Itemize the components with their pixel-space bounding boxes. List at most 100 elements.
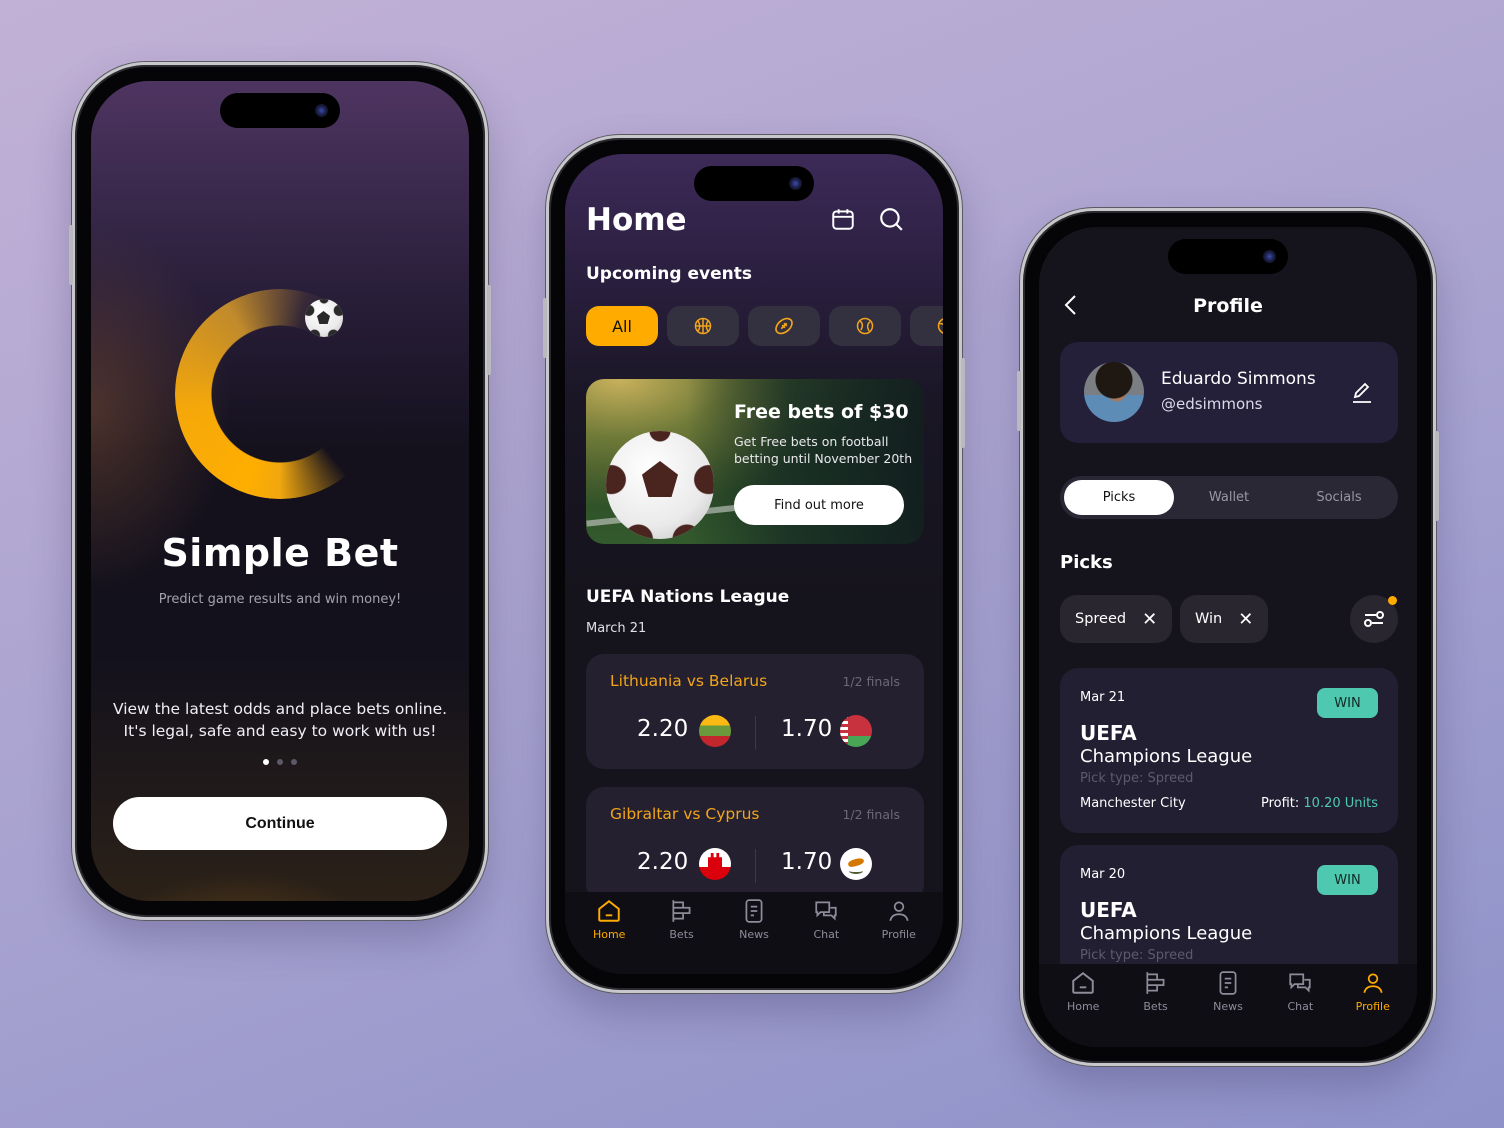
home-icon — [1072, 972, 1094, 994]
match-stage: 1/2 finals — [842, 674, 900, 689]
tab-profile[interactable]: Profile — [869, 892, 929, 974]
tab-label: Chat — [813, 928, 840, 941]
bets-icon — [672, 900, 691, 922]
league-title: UEFA Nations League — [586, 587, 790, 607]
basketball-icon — [694, 317, 712, 335]
tab-label: Chat — [1287, 1000, 1314, 1013]
filter-chip-basketball[interactable] — [667, 306, 739, 346]
picks-title: Picks — [1060, 552, 1113, 573]
segment-socials[interactable]: Socials — [1284, 480, 1394, 515]
odd-away[interactable]: 1.70 — [781, 849, 832, 875]
tab-bets[interactable]: Bets — [1126, 964, 1186, 1047]
search-icon[interactable] — [878, 206, 904, 232]
chat-icon — [815, 901, 837, 921]
profit-value: 10.20 Units — [1303, 796, 1378, 811]
filter-chip-american-football[interactable] — [748, 306, 820, 346]
volleyball-icon — [937, 318, 943, 334]
calendar-icon[interactable] — [830, 206, 856, 232]
close-icon[interactable]: ✕ — [1142, 609, 1157, 630]
profile-screen: Profile Eduardo Simmons @edsimmons Picks… — [1039, 227, 1417, 1047]
match-name: Gibraltar vs Cyprus — [610, 805, 760, 823]
tab-label: Bets — [1143, 1000, 1168, 1013]
tab-home[interactable]: Home — [1053, 964, 1113, 1047]
segment-picks[interactable]: Picks — [1064, 480, 1174, 515]
tab-news[interactable]: News — [724, 892, 784, 974]
pick-card[interactable]: Mar 21 WIN UEFA Champions League Pick ty… — [1060, 668, 1398, 833]
odd-home[interactable]: 2.20 — [637, 849, 688, 875]
tab-label: News — [1213, 1000, 1243, 1013]
page-indicator — [263, 759, 297, 765]
tab-label: Home — [1066, 1000, 1100, 1013]
camera-icon — [315, 104, 328, 117]
sport-filter-chips: All — [586, 306, 943, 346]
close-icon[interactable]: ✕ — [1238, 609, 1253, 630]
find-out-more-button[interactable]: Find out more — [734, 485, 904, 525]
user-handle: @edsimmons — [1161, 395, 1263, 413]
tab-profile[interactable]: Profile — [1343, 964, 1403, 1047]
avatar — [1084, 362, 1144, 422]
filter-label: Win — [1195, 611, 1223, 627]
filter-chip-all[interactable]: All — [586, 306, 658, 346]
filter-chip-baseball[interactable] — [829, 306, 901, 346]
user-name: Eduardo Simmons — [1161, 369, 1316, 389]
phone-profile: Profile Eduardo Simmons @edsimmons Picks… — [1017, 208, 1439, 1066]
odd-home[interactable]: 2.20 — [637, 716, 688, 742]
dynamic-island — [220, 93, 340, 128]
status-badge: WIN — [1317, 688, 1378, 718]
odd-away[interactable]: 1.70 — [781, 716, 832, 742]
page-dot[interactable] — [277, 759, 283, 765]
tab-chat[interactable]: Chat — [796, 892, 856, 974]
tab-label: Home — [592, 928, 626, 941]
news-icon — [745, 899, 763, 923]
dynamic-island — [694, 166, 814, 201]
tab-bar: Home Bets News Chat Profile — [1039, 964, 1417, 1047]
filter-chip-volleyball[interactable] — [910, 306, 943, 346]
page-dot[interactable] — [291, 759, 297, 765]
divider — [755, 716, 756, 750]
match-card[interactable]: Lithuania vs Belarus 1/2 finals 2.20 1.7… — [586, 654, 924, 769]
pick-league-line2: Champions League — [1080, 746, 1253, 767]
filter-chip-win[interactable]: Win ✕ — [1180, 595, 1269, 643]
tab-bets[interactable]: Bets — [652, 892, 712, 974]
continue-button[interactable]: Continue — [113, 797, 447, 850]
logo-ring-icon — [175, 289, 385, 499]
league-date: March 21 — [586, 621, 647, 636]
profile-icon — [1363, 973, 1383, 993]
tab-home[interactable]: Home — [579, 892, 639, 974]
page-dot-active[interactable] — [263, 759, 269, 765]
promo-text: Get Free bets on football betting until … — [734, 434, 913, 466]
pick-type: Pick type: Spreed — [1080, 948, 1194, 963]
news-icon — [1219, 971, 1237, 995]
profit-label: Profit: — [1260, 796, 1300, 811]
filter-chip-spreed[interactable]: Spreed ✕ — [1060, 595, 1173, 643]
gibraltar-flag-icon — [699, 848, 731, 880]
phone-onboarding: Simple Bet Predict game results and win … — [69, 62, 491, 920]
home-screen: Home Upcoming events All Free bets of $3… — [565, 154, 943, 974]
cyprus-flag-icon — [840, 848, 872, 880]
match-name: Lithuania vs Belarus — [610, 672, 768, 690]
match-card[interactable]: Gibraltar vs Cyprus 1/2 finals 2.20 1.70 — [586, 787, 924, 902]
onboarding-screen: Simple Bet Predict game results and win … — [91, 81, 469, 901]
promo-banner[interactable]: Free bets of $30 Get Free bets on footba… — [586, 379, 924, 544]
tab-label: Profile — [881, 928, 916, 941]
description-line: It's legal, safe and easy to work with u… — [123, 722, 437, 740]
filter-label: Spreed — [1075, 611, 1127, 627]
pick-date: Mar 20 — [1080, 867, 1126, 882]
pick-league-line1: UEFA — [1080, 721, 1137, 745]
pick-date: Mar 21 — [1080, 690, 1126, 705]
tab-label: News — [739, 928, 769, 941]
pick-league-line2: Champions League — [1080, 923, 1253, 944]
camera-icon — [1263, 250, 1276, 263]
tab-news[interactable]: News — [1198, 964, 1258, 1047]
tab-label: Profile — [1355, 1000, 1390, 1013]
pick-team: Manchester City — [1080, 796, 1186, 811]
pick-league-line1: UEFA — [1080, 898, 1137, 922]
status-badge: WIN — [1317, 865, 1378, 895]
match-stage: 1/2 finals — [842, 807, 900, 822]
notification-dot — [1388, 596, 1397, 605]
edit-pencil-icon[interactable] — [1350, 380, 1374, 404]
camera-icon — [789, 177, 802, 190]
home-icon — [598, 900, 620, 922]
tab-chat[interactable]: Chat — [1270, 964, 1330, 1047]
segment-wallet[interactable]: Wallet — [1174, 480, 1284, 515]
